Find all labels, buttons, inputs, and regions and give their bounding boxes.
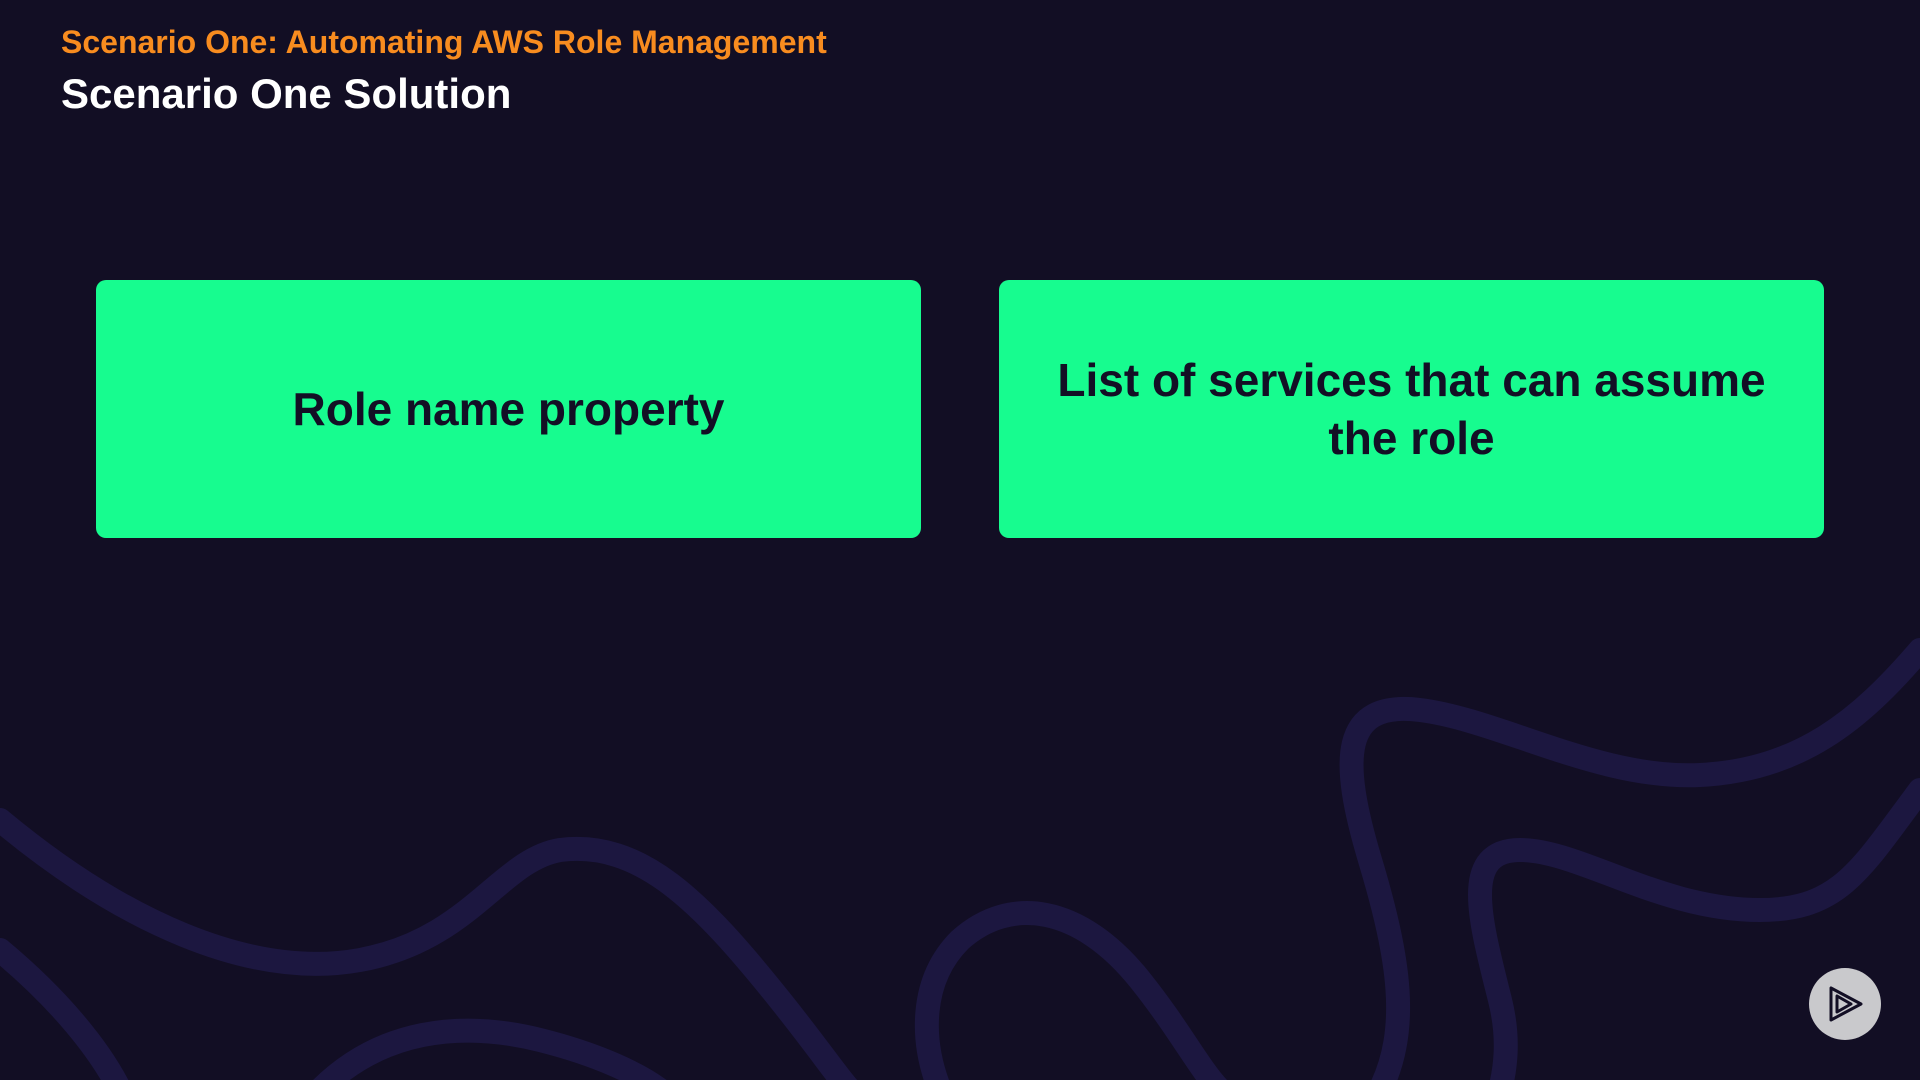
- card-label: List of services that can assume the rol…: [1057, 354, 1766, 464]
- play-logo-icon[interactable]: [1809, 968, 1881, 1040]
- slide-title: Scenario One Solution: [61, 70, 512, 117]
- play-logo-glyph: [1829, 986, 1863, 1022]
- card-role-name-property: Role name property: [96, 280, 921, 538]
- background-contour-lines: [0, 638, 1920, 1080]
- slide: Scenario One: Automating AWS Role Manage…: [0, 0, 1920, 1080]
- card-label: Role name property: [292, 383, 725, 435]
- card-services-list: List of services that can assume the rol…: [999, 280, 1824, 538]
- slide-eyebrow: Scenario One: Automating AWS Role Manage…: [61, 24, 827, 60]
